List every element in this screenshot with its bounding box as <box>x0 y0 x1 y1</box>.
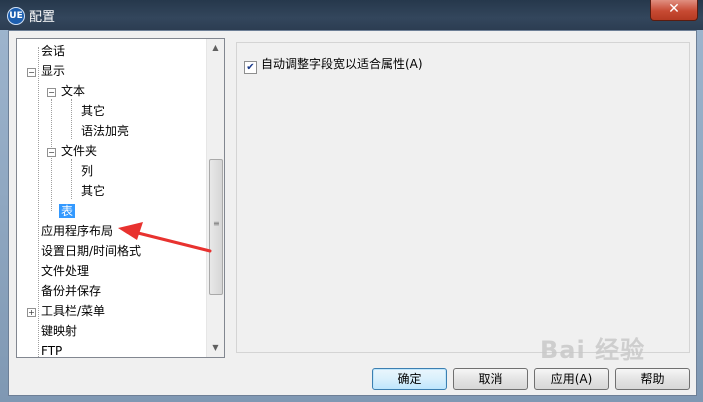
tree-item-app-layout[interactable]: 应用程序布局 <box>39 221 115 241</box>
scroll-up-icon[interactable]: ▲ <box>207 39 224 56</box>
tree-item-text-other[interactable]: 其它 <box>79 101 107 121</box>
tree-item-datetime-format[interactable]: 设置日期/时间格式 <box>39 241 143 261</box>
tree-item-label: 文件处理 <box>41 264 90 278</box>
tree-item-label: 备份并保存 <box>41 284 102 298</box>
watermark: Bai 经验 <box>540 336 646 364</box>
expand-icon[interactable]: + <box>27 308 36 317</box>
tree-line <box>71 99 72 139</box>
settings-tree[interactable]: 会话 显示 − 文本 − 其它 语法加亮 文件夹 − 列 其它 表 应用程序布局… <box>16 38 225 358</box>
tree-item-label: 显示 <box>41 64 66 78</box>
ok-button[interactable]: 确定 <box>372 368 447 390</box>
tree-item-folder[interactable]: 文件夹 <box>59 141 99 161</box>
tree-item-label: 其它 <box>81 104 106 118</box>
tree-item-backup-save[interactable]: 备份并保存 <box>39 281 103 301</box>
tree-item-label: 应用程序布局 <box>41 224 114 238</box>
tree-item-columns[interactable]: 列 <box>79 161 95 181</box>
config-window: UE 配置 ✕ 会话 显示 − 文本 − 其它 语法加亮 文件夹 − 列 其它 … <box>0 0 703 402</box>
window-title: 配置 <box>29 10 56 25</box>
tree-item-file-handling[interactable]: 文件处理 <box>39 261 91 281</box>
tree-item-label: 会话 <box>41 44 66 58</box>
tree-item-label: 语法加亮 <box>81 124 130 138</box>
tree-item-label: 设置日期/时间格式 <box>41 244 142 258</box>
grip-icon: ≡ <box>213 219 220 228</box>
apply-button[interactable]: 应用(A) <box>534 368 609 390</box>
tree-item-ftp[interactable]: FTP <box>39 341 64 358</box>
auto-fit-label: 自动调整字段宽以适合属性(A) <box>261 57 423 71</box>
tree-item-label: FTP <box>41 344 63 358</box>
tree-item-table[interactable]: 表 <box>59 201 76 221</box>
collapse-icon[interactable]: − <box>47 148 56 157</box>
tree-item-display[interactable]: 显示 <box>39 61 67 81</box>
tree-scrollbar[interactable]: ▲ ≡ ▼ <box>206 39 224 357</box>
auto-fit-option[interactable]: ✔ 自动调整字段宽以适合属性(A) <box>244 56 423 74</box>
tree-item-text[interactable]: 文本 <box>59 81 87 101</box>
tree-item-session[interactable]: 会话 <box>39 41 67 61</box>
tree-item-label: 工具栏/菜单 <box>41 304 106 318</box>
tree-item-toolbar-menu[interactable]: 工具栏/菜单 <box>39 301 107 321</box>
tree-item-label: 文件夹 <box>61 144 98 158</box>
tree-item-keymap[interactable]: 键映射 <box>39 321 79 341</box>
title-bar[interactable]: UE 配置 ✕ <box>0 0 703 30</box>
tree-item-label: 文本 <box>61 84 86 98</box>
auto-fit-checkbox[interactable]: ✔ <box>244 61 257 74</box>
collapse-icon[interactable]: − <box>47 88 56 97</box>
scroll-down-icon[interactable]: ▼ <box>207 339 224 356</box>
tree-item-folder-other[interactable]: 其它 <box>79 181 107 201</box>
cancel-button[interactable]: 取消 <box>453 368 528 390</box>
tree-item-label: 表 <box>59 204 76 218</box>
tree-line <box>71 159 72 199</box>
collapse-icon[interactable]: − <box>27 68 36 77</box>
close-button[interactable]: ✕ <box>650 0 698 21</box>
tree-item-label: 键映射 <box>41 324 78 338</box>
app-logo-icon: UE <box>7 7 25 25</box>
tree-item-label: 其它 <box>81 184 106 198</box>
help-button[interactable]: 帮助 <box>615 368 690 390</box>
tree-item-syntax-highlight[interactable]: 语法加亮 <box>79 121 131 141</box>
scroll-thumb[interactable]: ≡ <box>209 159 223 295</box>
tree-item-label: 列 <box>81 164 94 178</box>
settings-panel <box>236 42 690 353</box>
